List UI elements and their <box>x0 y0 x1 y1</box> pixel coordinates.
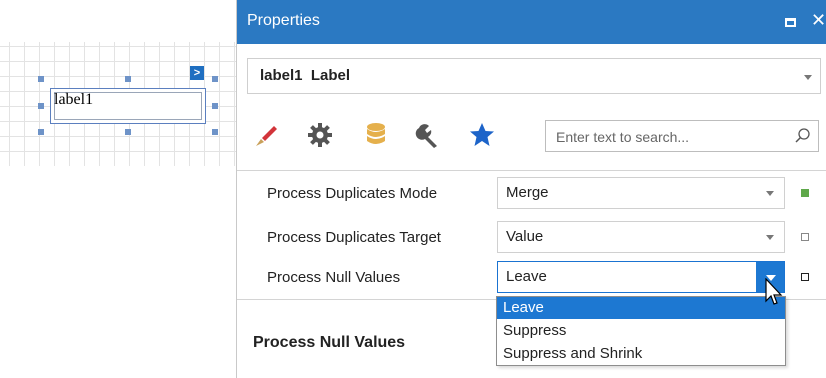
property-search-box[interactable] <box>545 120 819 152</box>
property-description-title: Process Null Values <box>253 334 406 351</box>
star-icon[interactable] <box>467 120 497 150</box>
selection-handle[interactable] <box>125 129 131 135</box>
property-value: Value <box>506 228 544 245</box>
property-default-marker[interactable] <box>801 233 809 241</box>
property-modified-marker[interactable] <box>801 189 809 197</box>
search-icon[interactable] <box>794 127 812 145</box>
property-grid: Process Duplicates Mode Merge Process Du… <box>237 170 826 300</box>
appearance-icon[interactable] <box>251 120 281 150</box>
selection-handle[interactable] <box>212 103 218 109</box>
gear-icon[interactable] <box>305 120 335 150</box>
close-icon[interactable]: ✕ <box>811 10 826 31</box>
property-value: Merge <box>506 184 549 201</box>
mouse-cursor-icon <box>765 278 783 305</box>
label-control-text: label1 <box>54 91 94 108</box>
selection-handle[interactable] <box>38 103 44 109</box>
selection-handle[interactable] <box>125 76 131 82</box>
dropdown-option-leave[interactable]: Leave <box>497 297 785 319</box>
property-value: Leave <box>506 268 547 285</box>
process-duplicates-target-editor[interactable]: Value <box>497 221 785 253</box>
database-icon[interactable] <box>361 120 391 150</box>
process-duplicates-mode-editor[interactable]: Merge <box>497 177 785 209</box>
object-selector[interactable]: label1 Label <box>247 58 821 94</box>
panel-title: Properties <box>247 12 320 29</box>
selection-handle[interactable] <box>38 76 44 82</box>
object-selector-text: label1 Label <box>260 67 350 84</box>
chevron-down-icon[interactable] <box>766 235 774 240</box>
property-name-process-null-values: Process Null Values <box>267 269 401 286</box>
smart-tag-button[interactable]: > <box>190 66 204 80</box>
panel-titlebar: Properties ✕ <box>237 0 826 44</box>
object-name: label1 <box>260 67 303 84</box>
null-values-dropdown-list: Leave Suppress Suppress and Shrink <box>496 296 786 366</box>
chevron-down-icon[interactable] <box>804 75 812 80</box>
dropdown-option-suppress-and-shrink[interactable]: Suppress and Shrink <box>497 343 785 365</box>
dropdown-option-suppress[interactable]: Suppress <box>497 320 785 342</box>
selection-handle[interactable] <box>212 129 218 135</box>
selection-handle[interactable] <box>212 76 218 82</box>
property-name-process-duplicates-mode: Process Duplicates Mode <box>267 185 438 202</box>
maximize-icon[interactable] <box>785 18 796 27</box>
search-input[interactable] <box>554 125 788 149</box>
wrench-icon[interactable] <box>413 120 443 150</box>
property-default-marker[interactable] <box>801 273 809 281</box>
process-null-values-editor[interactable]: Leave <box>497 261 785 293</box>
chevron-down-icon[interactable] <box>766 191 774 196</box>
property-name-process-duplicates-target: Process Duplicates Target <box>267 229 441 246</box>
selection-handle[interactable] <box>38 129 44 135</box>
object-type: Label <box>310 67 351 84</box>
